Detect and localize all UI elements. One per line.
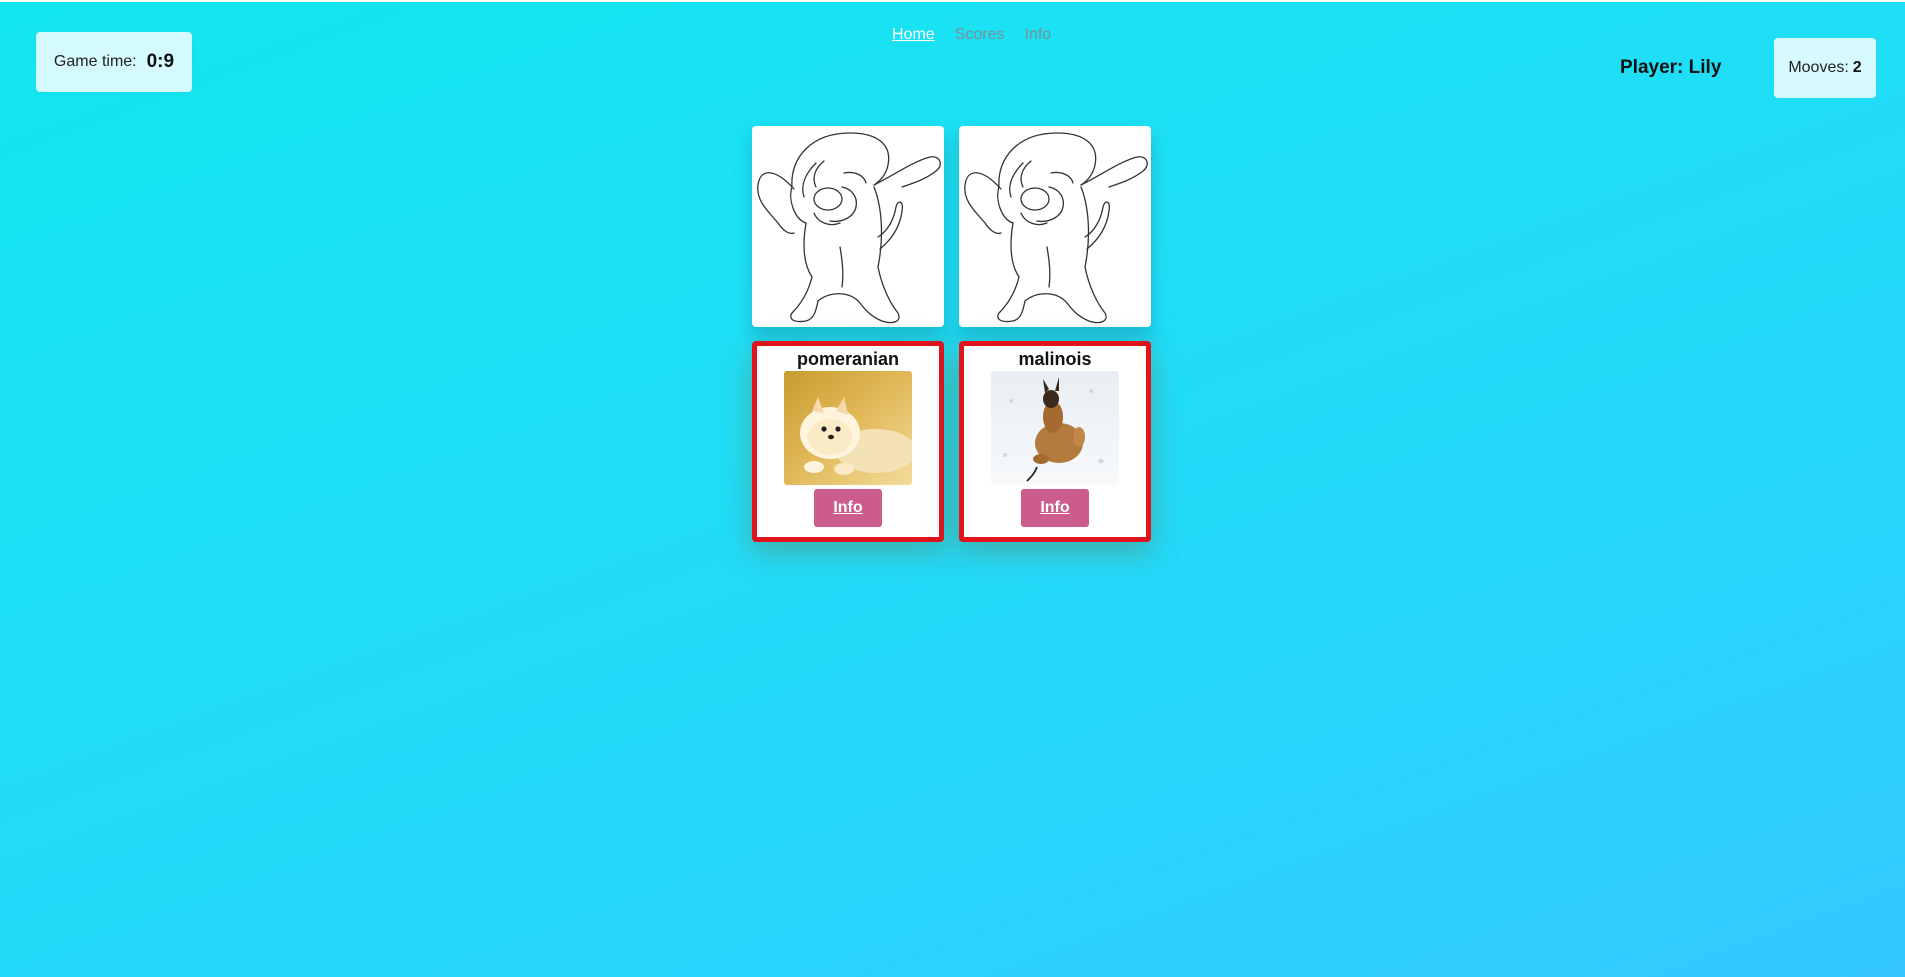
moves-value: 2 (1852, 59, 1862, 76)
moves-label: Mooves: (1788, 59, 1849, 76)
player-name: Player: Lily (1620, 57, 1722, 78)
breed-name: pomeranian (796, 349, 900, 369)
nav-info-link[interactable]: Info (1024, 26, 1051, 44)
game-time-label: Game time: (53, 53, 137, 70)
info-button[interactable]: Info (814, 489, 882, 527)
game-time-panel: Game time: 0:9 (36, 32, 192, 92)
breed-name: malinois (1018, 349, 1092, 369)
memory-card-hidden[interactable] (752, 126, 944, 327)
memory-card-hidden[interactable] (959, 126, 1151, 327)
memory-card-revealed[interactable]: pomeranian Info (752, 341, 944, 542)
pomeranian-photo (784, 371, 912, 485)
main-nav: Home Scores Info (892, 26, 1051, 44)
info-button[interactable]: Info (1021, 489, 1089, 527)
nav-home-link[interactable]: Home (892, 26, 935, 44)
dabbing-dog-sketch-icon (757, 131, 941, 323)
moves-panel: Mooves: 2 (1774, 38, 1876, 98)
dabbing-dog-sketch-icon (964, 131, 1148, 323)
memory-card-revealed[interactable]: malinois Info (959, 341, 1151, 542)
top-border (0, 0, 1905, 2)
game-time-value: 0:9 (146, 51, 175, 72)
nav-scores-link[interactable]: Scores (955, 26, 1005, 44)
malinois-photo (991, 371, 1119, 485)
